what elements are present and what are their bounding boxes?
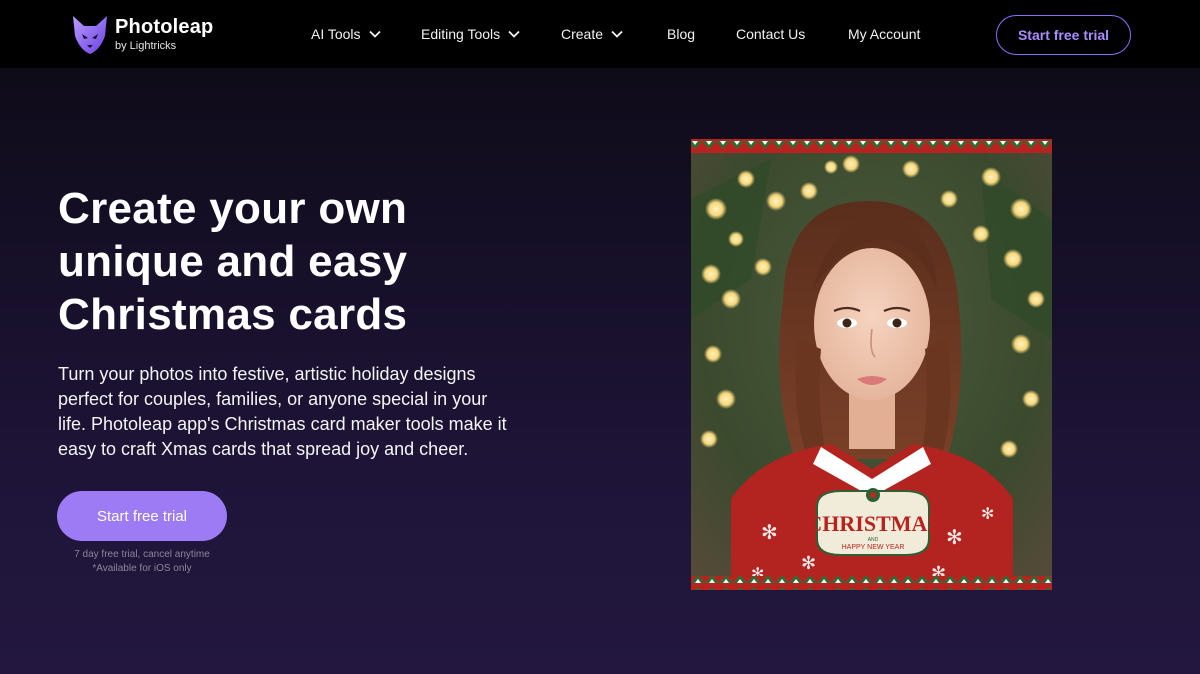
nav-item-create[interactable]: Create [561,24,623,44]
badge-and: AND [868,537,879,543]
hero-title-line: Christmas cards [58,290,408,339]
nav-item-label: Create [561,26,604,42]
brand-subtitle: by Lightricks [115,39,177,52]
nav-item-blog[interactable]: Blog [667,24,695,44]
christmas-badge: CHRISTMAS AND HAPPY NEW YEAR [806,488,940,556]
top-border [691,139,1052,153]
svg-text:✻: ✻ [981,504,994,523]
nav-item-label: Blog [667,26,696,42]
brand-name: Photoleap [115,15,214,38]
chevron-down-icon [508,30,520,38]
christmas-card-illustration: ✻ ✻ ✻ ✻ ✻ ✻ CHRISTMAS AND HAPPY NEW YEAR [691,139,1052,590]
nav-item-ai-tools[interactable]: AI Tools [311,24,381,44]
trial-note: 7 day free trial, cancel anytime [74,549,210,560]
svg-text:✻: ✻ [801,553,816,574]
brand-logo[interactable]: Photoleap by Lightricks [70,12,213,56]
hero-description-line: life. Photoleap app's Christmas card mak… [58,414,507,434]
top-navigation: Photoleap by Lightricks AI Tools Editing… [0,0,1200,68]
hero-title: Create your own unique and easy Christma… [58,182,518,341]
hero-title-line: unique and easy [58,237,408,286]
nav-item-label: Contact Us [736,26,806,42]
nav-item-editing-tools[interactable]: Editing Tools [421,24,520,44]
ios-note: *Available for iOS only [92,563,192,574]
fox-logo-icon [73,16,107,54]
hero-start-trial-button[interactable]: Start free trial [57,491,227,541]
chevron-down-icon [611,30,623,38]
nav-item-contact-us[interactable]: Contact Us [736,24,805,44]
header-start-trial-button[interactable]: Start free trial [996,15,1131,55]
hero-description-line: Turn your photos into festive, artistic … [58,364,476,384]
hero-description: Turn your photos into festive, artistic … [58,362,568,462]
chevron-down-icon [368,30,381,38]
bottom-border [691,576,1052,590]
nav-item-label: Editing Tools [421,26,501,42]
hero-title-line: Create your own [58,184,408,233]
hero-description-line: perfect for couples, families, or anyone… [58,389,488,409]
hero-description-line: easy to craft Xmas cards that spread joy… [58,439,469,459]
nav-item-label: AI Tools [311,26,361,42]
badge-subtitle: HAPPY NEW YEAR [842,544,905,551]
svg-text:✻: ✻ [761,520,778,544]
trial-notes: 7 day free trial, cancel anytime *Availa… [57,548,227,576]
badge-title: CHRISTMAS [806,511,939,536]
nav-item-label: My Account [848,26,921,42]
christmas-card-image: ✻ ✻ ✻ ✻ ✻ ✻ CHRISTMAS AND HAPPY NEW YEAR [691,139,1052,590]
nav-item-my-account[interactable]: My Account [848,24,920,44]
svg-text:✻: ✻ [946,525,963,549]
